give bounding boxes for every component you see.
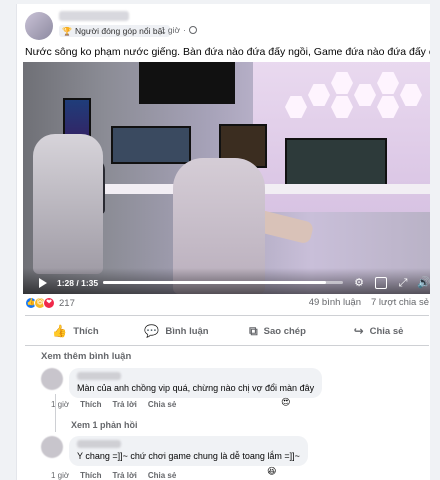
- divider: [25, 345, 429, 346]
- top-contributor-badge: 🏆 Người đóng góp nổi bật: [59, 25, 170, 37]
- comment-reply-link[interactable]: Trả lời: [113, 471, 137, 480]
- author-name-blurred[interactable]: [59, 11, 129, 21]
- page-scrollbar[interactable]: [430, 0, 440, 480]
- copy-icon: ⧉: [249, 323, 258, 338]
- separator: ·: [183, 25, 186, 35]
- video-time: 1:28 / 1:35: [57, 278, 99, 288]
- share-count[interactable]: 7 lượt chia sẻ: [371, 297, 429, 308]
- comment-share-link[interactable]: Chia sẻ: [148, 400, 176, 409]
- globe-icon: [188, 26, 197, 34]
- commenter-avatar[interactable]: [41, 436, 63, 458]
- gear-icon[interactable]: ⚙: [353, 277, 365, 289]
- comment-label: Bình luận: [165, 325, 209, 337]
- comment-share-link[interactable]: Chia sẻ: [148, 471, 176, 480]
- comment-time: 1 giờ: [51, 471, 70, 480]
- video-player[interactable]: 1:28 / 1:35 ⚙ ⤢ 🔊: [23, 62, 434, 294]
- fullscreen-icon[interactable]: ⤢: [397, 277, 409, 289]
- post-text: Nước sông ko phạm nước giếng. Bàn đứa nà…: [25, 46, 434, 58]
- reaction-count: 217: [59, 297, 75, 309]
- comment-icon: 💬: [144, 324, 160, 338]
- copy-button[interactable]: ⧉ Sao chép: [227, 318, 328, 344]
- author-avatar[interactable]: [25, 12, 53, 40]
- reactions-summary[interactable]: 👍 😆 ❤ 217: [25, 297, 75, 309]
- post-card: 🏆 Người đóng góp nổi bật · 1 giờ · Nước …: [16, 4, 434, 480]
- video-progress-bar[interactable]: [103, 281, 343, 284]
- share-button[interactable]: ↪ Chia sẻ: [328, 318, 429, 344]
- comment-text: Y chang =]]~ chứ chơi game chung là dễ t…: [77, 451, 300, 461]
- comment-time: 1 giờ: [51, 400, 70, 409]
- love-reaction-icon: ❤: [43, 297, 55, 309]
- comment-bubble: Màn của anh chồng vip quá, chừng nào chị…: [69, 368, 323, 398]
- reply-thread-line: [55, 394, 56, 432]
- comment-reaction-icon[interactable]: 😆: [267, 466, 276, 477]
- copy-label: Sao chép: [263, 325, 306, 337]
- comment-reply-link[interactable]: Trả lời: [113, 400, 137, 409]
- like-label: Thích: [73, 325, 99, 337]
- post-header: 🏆 Người đóng góp nổi bật · 1 giờ ·: [17, 4, 434, 44]
- view-replies-link[interactable]: Xem 1 phản hồi: [71, 420, 138, 430]
- post-time[interactable]: 1 giờ: [161, 25, 180, 35]
- comment-count[interactable]: 49 bình luận: [309, 297, 361, 308]
- play-icon[interactable]: [39, 278, 47, 288]
- comment-like-link[interactable]: Thích: [80, 471, 101, 480]
- comment-text: Màn của anh chồng vip quá, chừng nào chị…: [77, 383, 315, 393]
- comment-actions: 1 giờ Thích Trả lời Chia sẻ: [51, 400, 176, 409]
- volume-icon[interactable]: 🔊: [417, 277, 431, 289]
- share-icon: ↪: [353, 324, 364, 338]
- trophy-icon: 🏆: [62, 26, 72, 36]
- comment-like-link[interactable]: Thích: [80, 400, 101, 409]
- video-controls: 1:28 / 1:35 ⚙ ⤢ 🔊: [23, 268, 434, 294]
- badge-label: Người đóng góp nổi bật: [74, 26, 165, 36]
- video-frame-monitor: [285, 138, 387, 190]
- post-stats: 👍 😆 ❤ 217 49 bình luận 7 lượt chia sẻ: [25, 297, 429, 313]
- commenter-name-blurred[interactable]: [77, 440, 121, 448]
- commenter-avatar[interactable]: [41, 368, 63, 390]
- comment-actions: 1 giờ Thích Trả lời Chia sẻ: [51, 471, 176, 480]
- comment-button[interactable]: 💬 Bình luận: [126, 318, 227, 344]
- video-frame-tv: [139, 62, 235, 104]
- picture-in-picture-icon[interactable]: [375, 277, 387, 289]
- post-actions: 👍 Thích 💬 Bình luận ⧉ Sao chép ↪ Chia sẻ: [25, 318, 429, 344]
- video-frame-monitor: [111, 126, 191, 164]
- commenter-name-blurred[interactable]: [77, 372, 121, 380]
- stats-right: 49 bình luận 7 lượt chia sẻ: [309, 297, 429, 308]
- post-meta: · 1 giờ ·: [155, 25, 197, 35]
- share-label: Chia sẻ: [369, 325, 404, 337]
- comment-reaction-icon[interactable]: 😍: [281, 397, 290, 408]
- comment-bubble: Y chang =]]~ chứ chơi game chung là dễ t…: [69, 436, 308, 466]
- divider: [25, 315, 429, 316]
- separator: ·: [155, 25, 158, 35]
- thumbs-up-icon: 👍: [52, 324, 68, 338]
- view-more-comments-link[interactable]: Xem thêm bình luận: [41, 351, 131, 362]
- like-button[interactable]: 👍 Thích: [25, 318, 126, 344]
- video-progress-fill: [103, 281, 327, 284]
- video-frame-chair: [33, 134, 103, 274]
